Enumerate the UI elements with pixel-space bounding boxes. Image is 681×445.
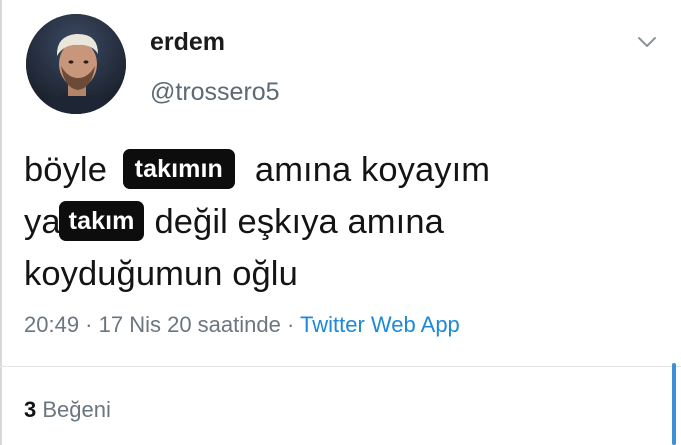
meta-separator: · [280,312,301,337]
tweet-line-2: ya takım değil eşkıya amına [24,196,664,248]
meta-separator: · [79,312,99,337]
censor-label: takımın [122,149,235,189]
tweet-text: böyle takımın amına koyayım ya takım değil … [24,144,664,300]
tweet-text-segment: ya [24,203,61,241]
scrollbar[interactable] [672,363,676,445]
tweet-line-1: böyle takımın amına koyayım [24,144,664,196]
tweet-card: erdem @trossero5 böyle takımın amına koya… [0,0,681,445]
chevron-down-icon[interactable] [634,32,660,52]
tweet-line-3: koyduğumun oğlu [24,255,298,293]
tweet-meta: 20:49 · 17 Nis 20 saatinde · Twitter Web… [24,312,460,338]
avatar[interactable] [26,14,126,114]
tweet-time[interactable]: 20:49 [24,312,79,337]
divider [0,366,681,367]
tweet-date[interactable]: 17 Nis 20 saatinde [99,312,281,337]
censor-label: takım [58,201,145,241]
tweet-source-link[interactable]: Twitter Web App [300,312,460,337]
display-name[interactable]: erdem [150,28,225,57]
tweet-text-segment: değil eşkıya amına [154,203,444,241]
frame-edge [0,0,2,445]
user-handle[interactable]: @trossero5 [150,78,280,107]
likes-count: 3 [24,397,37,422]
tweet-text-segment: amına koyayım [254,151,491,189]
likes-label: Beğeni [42,397,111,422]
tweet-text-segment: böyle [24,151,107,189]
likes-stat[interactable]: 3 Beğeni [24,397,111,423]
